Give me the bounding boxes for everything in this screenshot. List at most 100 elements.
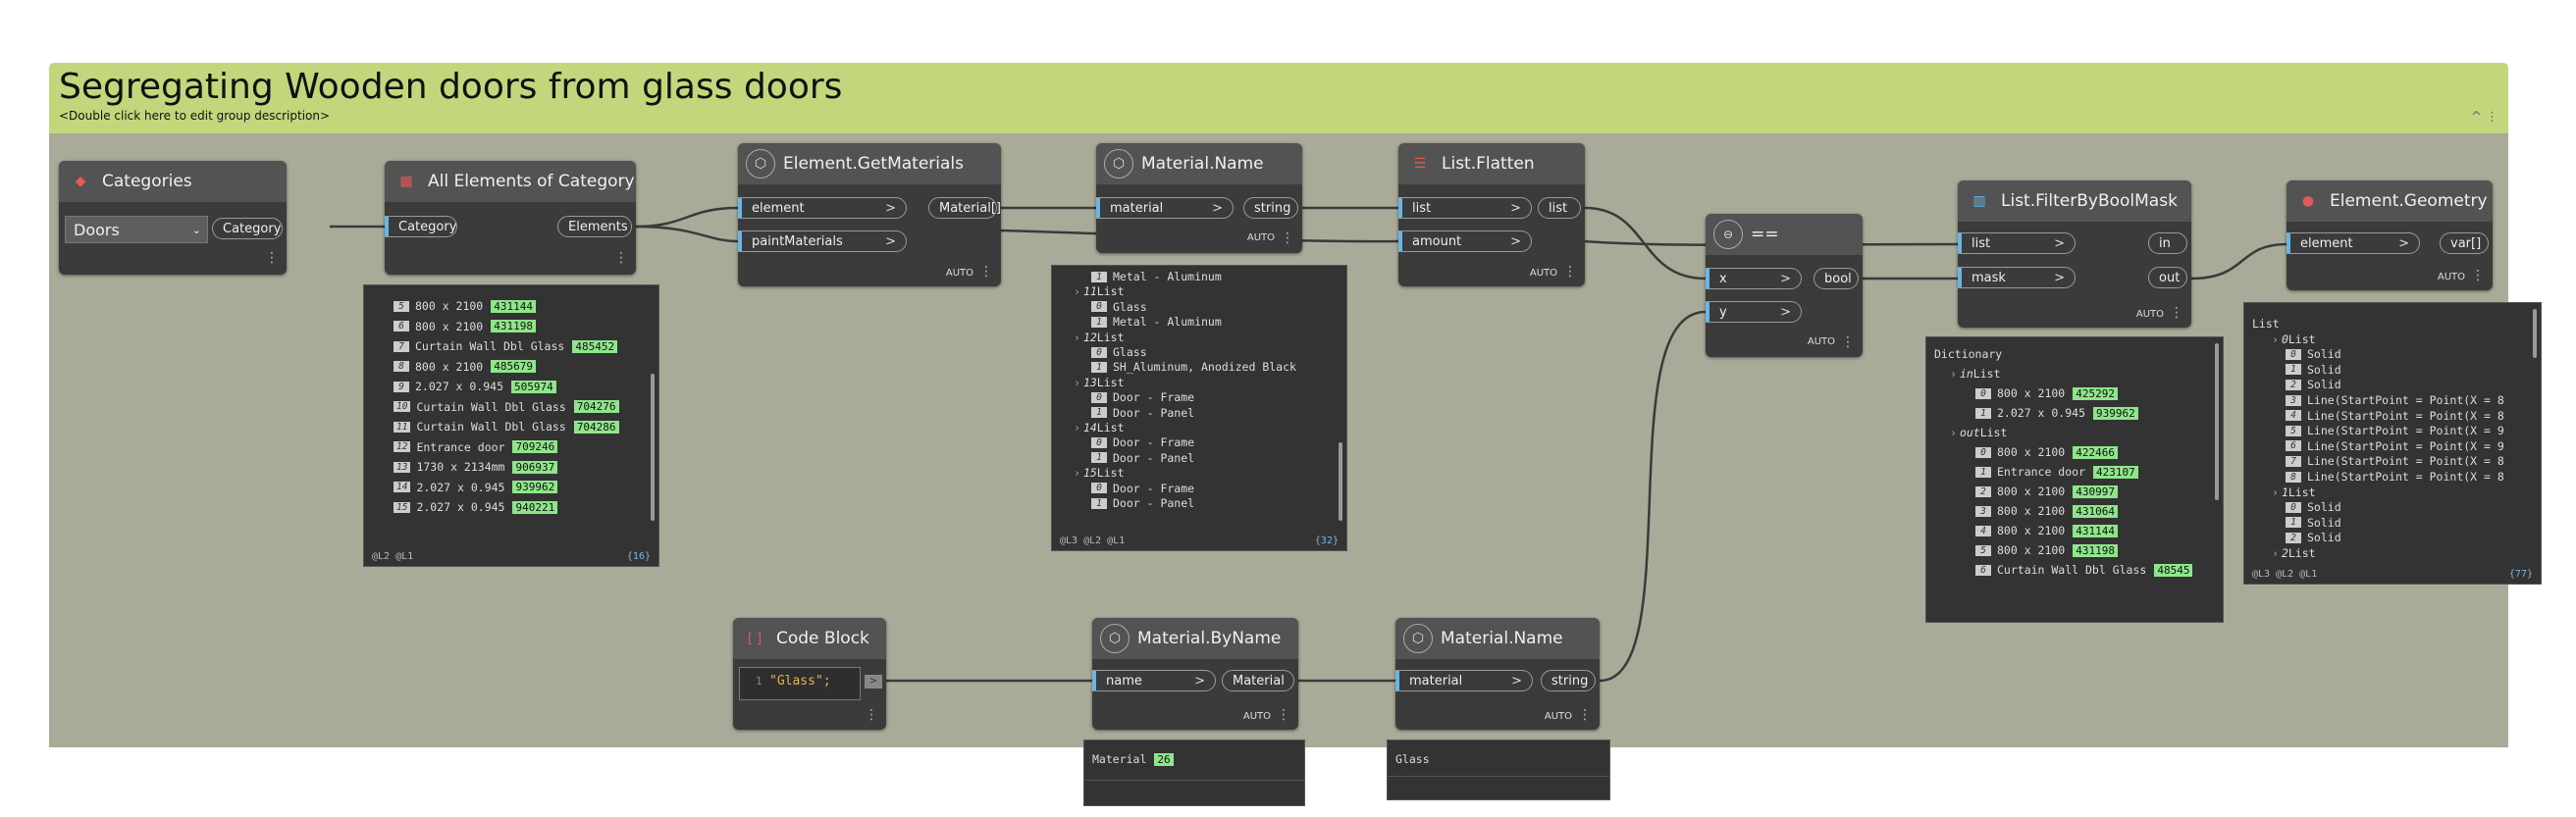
element-id-badge[interactable]: 939962 [512, 481, 558, 493]
output-port-string[interactable]: string [1243, 197, 1298, 219]
node-header[interactable]: ⊖ == [1706, 214, 1863, 255]
node-header[interactable]: ⬡ Element.GetMaterials [738, 143, 1001, 184]
element-id-badge[interactable]: 430997 [2073, 485, 2118, 498]
element-id-badge[interactable]: 709246 [512, 440, 558, 453]
material-byname-node[interactable]: ⬡ Material.ByName name > Material AUTO ⋮ [1092, 618, 1298, 730]
scrollbar[interactable] [2215, 343, 2219, 500]
input-port-name[interactable]: name > [1092, 670, 1216, 691]
node-header[interactable]: ◆ Categories [59, 161, 287, 202]
category-dropdown[interactable]: Doors ⌄ [65, 216, 208, 243]
list-flatten-node[interactable]: ☰ List.Flatten list > amount > list AUTO ⋮ [1398, 143, 1585, 286]
node-menu-icon[interactable]: ⋮ [2471, 269, 2485, 282]
get-materials-node[interactable]: ⬡ Element.GetMaterials element > paintMat… [738, 143, 1001, 286]
element-id-badge[interactable]: 906937 [512, 460, 558, 474]
lacing-label[interactable]: AUTO [2438, 272, 2465, 282]
output-port-elements[interactable]: Elements [557, 216, 632, 237]
output-port-category[interactable]: Category [212, 218, 283, 239]
element-id-badge[interactable]: 485452 [572, 339, 618, 353]
output-port-in[interactable]: in [2148, 232, 2187, 254]
scrollbar[interactable] [1339, 442, 1342, 521]
all-elements-preview[interactable]: 5 800 x 2100 431144 6 800 x 2100 431198 7 Curta… [363, 284, 659, 567]
output-port-bool[interactable]: bool [1814, 268, 1859, 289]
element-id-badge[interactable]: 26 [1154, 752, 1174, 766]
node-header[interactable]: ⬡ Material.Name [1395, 618, 1600, 659]
input-port-material[interactable]: material > [1096, 197, 1234, 219]
input-port-list[interactable]: list > [1398, 197, 1532, 219]
material-name-2-node[interactable]: ⬡ Material.Name material > string AUTO ⋮ [1395, 618, 1600, 730]
element-id-badge[interactable]: 422466 [2073, 445, 2118, 459]
lacing-label[interactable]: AUTO [2136, 309, 2164, 320]
input-port-category[interactable]: Category [385, 216, 457, 237]
node-menu-icon[interactable]: ⋮ [979, 265, 993, 279]
expand-chevron-icon[interactable]: › [1074, 421, 1080, 434]
output-port-material[interactable]: Material [1222, 670, 1294, 691]
element-id-badge[interactable]: 431198 [491, 320, 536, 332]
node-menu-icon[interactable]: ⋮ [265, 251, 279, 265]
categories-node[interactable]: ◆ Categories Doors ⌄ Category ⋮ [59, 161, 287, 275]
expand-chevron-icon[interactable]: › [1074, 376, 1080, 389]
lacing-label[interactable]: AUTO [1530, 268, 1557, 279]
output-port-list[interactable]: list [1538, 197, 1581, 219]
element-id-badge[interactable]: 485679 [491, 360, 536, 373]
expand-chevron-icon[interactable]: › [1950, 367, 1957, 381]
output-port-arrow-icon[interactable]: > [865, 675, 882, 689]
input-port-mask[interactable]: mask > [1958, 267, 2076, 288]
lacing-label[interactable]: AUTO [1247, 232, 1275, 243]
lacing-label[interactable]: AUTO [1545, 711, 1572, 722]
element-geometry-preview[interactable]: List › 0 List 0 Solid 1 Solid 2 Solid 3 Line(StartP… [2243, 302, 2542, 585]
element-id-badge[interactable]: 431144 [2073, 524, 2118, 537]
all-elements-node[interactable]: ▦ All Elements of Category Category Elem… [385, 161, 636, 275]
node-header[interactable]: ⬡ Material.ByName [1092, 618, 1298, 659]
input-port-material[interactable]: material > [1395, 670, 1533, 691]
element-id-badge[interactable]: 940221 [512, 500, 558, 514]
lacing-label[interactable]: AUTO [1808, 336, 1835, 347]
element-id-badge[interactable]: 939962 [2093, 406, 2138, 420]
node-menu-icon[interactable]: ⋮ [1563, 265, 1577, 279]
input-port-paintmaterials[interactable]: paintMaterials > [738, 230, 907, 252]
node-menu-icon[interactable]: ⋮ [865, 708, 878, 722]
element-id-badge[interactable]: 423107 [2093, 465, 2138, 479]
output-port-material[interactable]: Material[] [928, 197, 1001, 219]
node-menu-icon[interactable]: ⋮ [1578, 708, 1592, 722]
output-port-string[interactable]: string [1541, 670, 1596, 691]
material-name-node[interactable]: ⬡ Material.Name material > string AUTO ⋮ [1096, 143, 1302, 253]
scrollbar[interactable] [651, 374, 655, 521]
expand-chevron-icon[interactable]: › [1950, 426, 1957, 439]
element-id-badge[interactable]: 704276 [573, 400, 619, 413]
element-geometry-node[interactable]: ● Element.Geometry element > var[] AUTO ⋮ [2287, 180, 2493, 290]
output-port-var[interactable]: var[] [2440, 232, 2489, 254]
node-header[interactable]: [ ] Code Block [733, 618, 886, 659]
node-menu-icon[interactable]: ⋮ [1281, 231, 1294, 245]
element-id-badge[interactable]: 431198 [2073, 543, 2118, 557]
element-id-badge[interactable]: 505974 [511, 380, 556, 393]
filter-bool-mask-node[interactable]: ▥ List.FilterByBoolMask list > mask > in o… [1958, 180, 2191, 328]
input-port-list[interactable]: list > [1958, 232, 2076, 254]
node-header[interactable]: ☰ List.Flatten [1398, 143, 1585, 184]
element-id-badge[interactable]: 431144 [491, 299, 536, 313]
expand-chevron-icon[interactable]: › [1074, 331, 1080, 344]
filter-mask-preview[interactable]: Dictionary › in List 0 800 x 2100 425292 1 2.027… [1925, 336, 2224, 623]
expand-chevron-icon[interactable]: › [2272, 332, 2279, 346]
input-port-y[interactable]: y > [1706, 301, 1802, 323]
material-byname-preview[interactable]: Material 26 [1083, 740, 1305, 806]
lacing-label[interactable]: AUTO [1243, 711, 1271, 722]
element-id-badge[interactable]: 431064 [2073, 504, 2118, 518]
code-editor[interactable]: 1 "Glass"; [739, 667, 861, 700]
scrollbar[interactable] [2533, 309, 2537, 358]
equals-node[interactable]: ⊖ == x > y > bool AUTO ⋮ [1706, 214, 1863, 357]
element-id-badge[interactable]: 48545 [2154, 563, 2193, 577]
input-port-x[interactable]: x > [1706, 268, 1802, 289]
node-menu-icon[interactable]: ⋮ [2170, 306, 2183, 320]
lacing-label[interactable]: AUTO [946, 268, 973, 279]
input-port-amount[interactable]: amount > [1398, 230, 1532, 252]
input-port-element[interactable]: element > [2287, 232, 2420, 254]
expand-chevron-icon[interactable]: › [2272, 546, 2279, 560]
node-header[interactable]: ⬡ Material.Name [1096, 143, 1302, 184]
input-port-element[interactable]: element > [738, 197, 907, 219]
node-header[interactable]: ▥ List.FilterByBoolMask [1958, 180, 2191, 222]
node-header[interactable]: ● Element.Geometry [2287, 180, 2493, 222]
node-menu-icon[interactable]: ⋮ [614, 251, 628, 265]
output-port-out[interactable]: out [2148, 267, 2187, 288]
material-name-preview[interactable]: 1 Metal - Aluminum › 11 List 0 Glass 1 Metal - A… [1051, 265, 1347, 551]
node-menu-icon[interactable]: ⋮ [1841, 335, 1855, 349]
